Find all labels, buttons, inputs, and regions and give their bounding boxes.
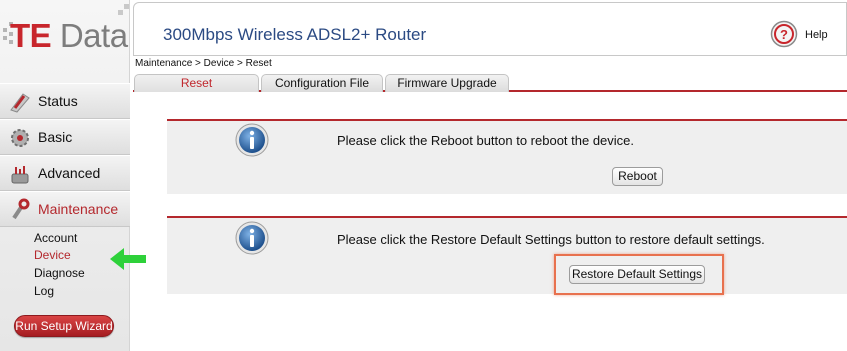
help-link[interactable]: Help bbox=[805, 29, 828, 41]
nav-item-label: Maintenance bbox=[38, 201, 119, 217]
sidebar: TE Data Status Basic Advanced Maintenanc… bbox=[0, 0, 130, 351]
help-icon[interactable]: ? bbox=[770, 20, 798, 48]
tab-reset[interactable]: Reset bbox=[134, 74, 259, 92]
restore-panel bbox=[167, 216, 847, 294]
reboot-panel bbox=[167, 119, 847, 194]
breadcrumb: Maintenance > Device > Reset bbox=[135, 58, 272, 69]
tools-icon bbox=[11, 166, 29, 184]
nav-item-label: Basic bbox=[38, 129, 73, 145]
reboot-message: Please click the Reboot button to reboot… bbox=[337, 133, 635, 148]
info-icon bbox=[235, 221, 269, 255]
arrow-left-icon bbox=[110, 248, 146, 270]
restore-default-settings-button[interactable]: Restore Default Settings bbox=[569, 265, 705, 284]
subnav-item-log[interactable]: Log bbox=[34, 284, 54, 298]
logo-data-text: Data bbox=[59, 17, 128, 54]
run-setup-wizard-button[interactable]: Run Setup Wizard bbox=[14, 315, 114, 337]
nav-item-advanced[interactable]: Advanced bbox=[0, 155, 130, 191]
status-icon bbox=[10, 93, 30, 113]
svg-text:?: ? bbox=[780, 27, 788, 42]
nav-item-label: Status bbox=[38, 93, 78, 109]
subnav-item-device[interactable]: Device bbox=[34, 248, 71, 262]
page-title: 300Mbps Wireless ADSL2+ Router bbox=[163, 25, 427, 44]
wrench-icon bbox=[12, 198, 30, 220]
nav-item-basic[interactable]: Basic bbox=[0, 119, 130, 155]
nav-item-maintenance[interactable]: Maintenance bbox=[0, 191, 130, 227]
subnav-item-diagnose[interactable]: Diagnose bbox=[34, 266, 85, 280]
logo-te-text: TE bbox=[10, 17, 52, 54]
info-icon bbox=[235, 123, 269, 157]
nav-item-label: Advanced bbox=[38, 165, 101, 181]
tab-configuration-file[interactable]: Configuration File bbox=[261, 74, 383, 92]
nav-item-status[interactable]: Status bbox=[0, 83, 130, 119]
tab-firmware-upgrade[interactable]: Firmware Upgrade bbox=[385, 74, 509, 92]
header-bar: 300Mbps Wireless ADSL2+ Router ? Help bbox=[133, 2, 847, 56]
reboot-button[interactable]: Reboot bbox=[612, 167, 663, 186]
restore-message: Please click the Restore Default Setting… bbox=[337, 232, 765, 247]
te-data-logo: TE Data bbox=[0, 4, 130, 64]
subnav-item-account[interactable]: Account bbox=[34, 231, 77, 245]
gear-icon bbox=[11, 129, 29, 147]
